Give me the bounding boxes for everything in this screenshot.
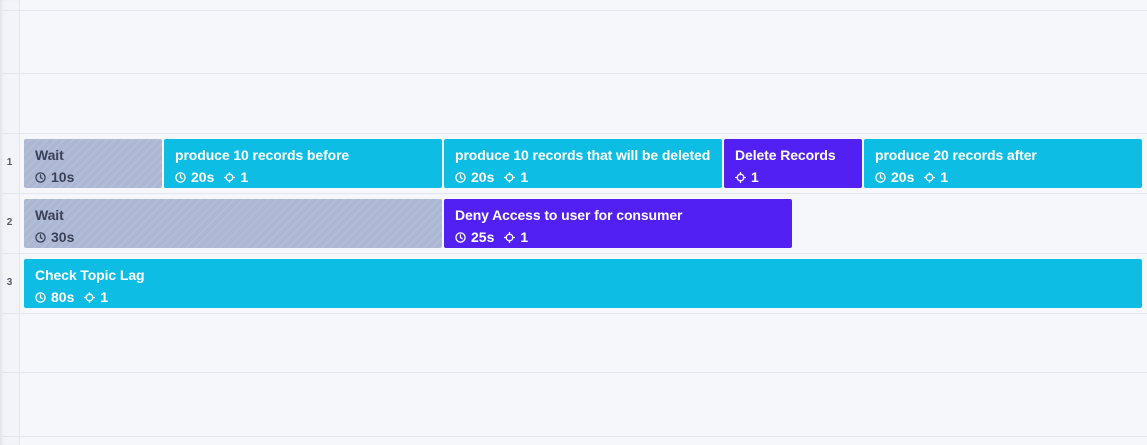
grid-line: [0, 253, 1147, 254]
duration-value: 30s: [51, 229, 75, 245]
block-title: Deny Access to user for consumer: [455, 207, 683, 223]
targets-item: 1: [504, 169, 528, 185]
block-title: Wait: [35, 147, 64, 163]
duration-item: 30s: [35, 229, 74, 245]
targets-value: 1: [240, 169, 249, 185]
lane-number: 2: [6, 217, 13, 228]
crosshair-icon: [924, 171, 936, 183]
grid-line: [0, 372, 1147, 373]
task-block[interactable]: Check Topic Lag 80s 1: [24, 259, 1142, 308]
duration-value: 20s: [891, 169, 915, 185]
clock-icon: [35, 171, 46, 183]
duration-item: 20s: [875, 169, 914, 185]
targets-value: 1: [940, 169, 949, 185]
wait-block[interactable]: Wait 30s: [24, 199, 442, 248]
duration-value: 25s: [471, 229, 495, 245]
targets-item: 1: [224, 169, 248, 185]
grid-line: [0, 436, 1147, 437]
grid-line: [0, 133, 1147, 134]
action-block[interactable]: Delete Records 1: [724, 139, 862, 188]
block-title: Wait: [35, 207, 64, 223]
crosshair-icon: [224, 171, 236, 183]
duration-item: 25s: [455, 229, 494, 245]
clock-icon: [35, 231, 46, 243]
wait-block[interactable]: Wait 10s: [24, 139, 162, 188]
duration-item: 10s: [35, 169, 74, 185]
crosshair-icon: [504, 171, 516, 183]
task-block[interactable]: produce 10 records that will be deleted …: [444, 139, 722, 188]
duration-item: 80s: [35, 289, 74, 305]
block-title: Delete Records: [735, 147, 836, 163]
lane-number: 3: [6, 277, 13, 288]
clock-icon: [175, 171, 186, 183]
targets-item: 1: [924, 169, 948, 185]
targets-item: 1: [84, 289, 108, 305]
grid-line: [0, 10, 1147, 11]
task-block[interactable]: produce 10 records before 20s 1: [164, 139, 442, 188]
targets-value: 1: [100, 289, 109, 305]
clock-icon: [455, 171, 466, 183]
block-title: Check Topic Lag: [35, 267, 145, 283]
crosshair-icon: [504, 231, 516, 243]
duration-item: 20s: [175, 169, 214, 185]
clock-icon: [35, 291, 46, 303]
crosshair-icon: [84, 291, 96, 303]
targets-value: 1: [520, 169, 529, 185]
duration-value: 80s: [51, 289, 75, 305]
grid-line: [0, 313, 1147, 314]
block-title: produce 10 records that will be deleted: [455, 147, 711, 163]
clock-icon: [455, 231, 466, 243]
task-block[interactable]: produce 20 records after 20s 1: [864, 139, 1142, 188]
block-title: produce 20 records after: [875, 147, 1037, 163]
duration-value: 20s: [191, 169, 215, 185]
duration-item: 20s: [455, 169, 494, 185]
clock-icon: [875, 171, 886, 183]
duration-value: 10s: [51, 169, 75, 185]
targets-value: 1: [520, 229, 529, 245]
lane-number: 1: [6, 157, 13, 168]
duration-value: 20s: [471, 169, 495, 185]
action-block[interactable]: Deny Access to user for consumer 25s 1: [444, 199, 792, 248]
grid-line: [0, 193, 1147, 194]
targets-item: 1: [735, 169, 759, 185]
targets-item: 1: [504, 229, 528, 245]
grid-line: [0, 73, 1147, 74]
crosshair-icon: [735, 171, 746, 183]
targets-value: 1: [751, 169, 759, 185]
block-title: produce 10 records before: [175, 147, 350, 163]
